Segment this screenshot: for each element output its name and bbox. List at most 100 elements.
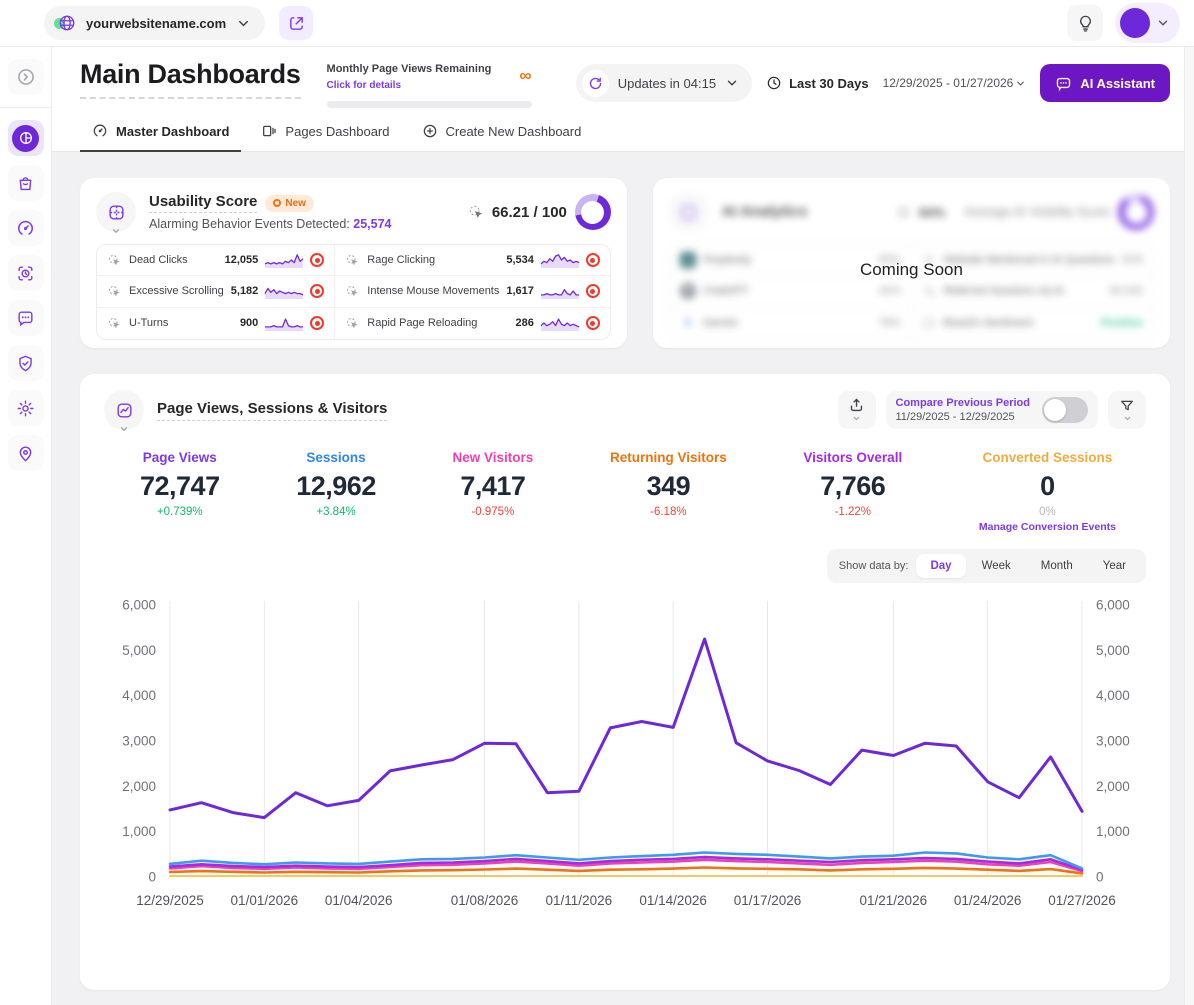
- chart-card-icon-button[interactable]: [104, 390, 144, 430]
- chevron-down-icon: [852, 414, 861, 423]
- sidebar-item-dashboards[interactable]: [8, 120, 44, 156]
- metric-label: ChatGPT: [703, 285, 872, 297]
- metric-label: Page Views: [140, 450, 220, 465]
- line-chart[interactable]: 001,0001,0002,0002,0003,0003,0004,0004,0…: [104, 589, 1146, 925]
- usability-metric-row[interactable]: Dead Clicks 12,055: [97, 245, 334, 276]
- record-target-icon[interactable]: [310, 316, 324, 330]
- usability-metric-row[interactable]: Rage Clicking 5,534: [334, 245, 610, 276]
- ai-metric-row: Brand's Sentiment Positive: [911, 308, 1153, 339]
- open-website-button[interactable]: [279, 6, 313, 40]
- topbar: yourwebsitename.com: [0, 0, 1194, 47]
- tab-master-dashboard[interactable]: Master Dashboard: [80, 114, 241, 152]
- content: Usability Score New Alarming Behavior Ev…: [52, 152, 1194, 1005]
- ideas-button[interactable]: [1067, 5, 1103, 41]
- updates-label: Updates in 04:15: [618, 76, 716, 91]
- sparkline: [541, 283, 579, 299]
- sidebar-item-security[interactable]: [8, 345, 44, 381]
- usability-metric-row[interactable]: Rapid Page Reloading 286: [334, 308, 610, 339]
- metric-label: Brand's Sentiment: [944, 317, 1094, 329]
- sidebar: [0, 47, 52, 1005]
- metric-sessions[interactable]: Sessions 12,962 +3.84%: [296, 450, 376, 533]
- usability-metric-row[interactable]: Intense Mouse Movements 1,617: [334, 276, 610, 307]
- metric-visitors-overall[interactable]: Visitors Overall 7,766 -1.22%: [803, 450, 902, 533]
- granularity-day[interactable]: Day: [916, 554, 965, 578]
- sidebar-item-store[interactable]: [8, 165, 44, 201]
- filter-button[interactable]: [1108, 391, 1146, 429]
- record-target-icon[interactable]: [310, 284, 324, 298]
- sidebar-item-recordings[interactable]: [8, 255, 44, 291]
- metric-label: Excessive Scrolling: [129, 285, 224, 297]
- record-target-icon[interactable]: [310, 253, 324, 267]
- ai-metrics-table: ◫ Perplexity 69% ✻ ChatGPT 42%: [669, 244, 1154, 340]
- tab-pages-dashboard[interactable]: Pages Dashboard: [249, 114, 401, 152]
- ai-assistant-button[interactable]: AI Assistant: [1040, 64, 1170, 102]
- website-selector[interactable]: yourwebsitename.com: [44, 6, 265, 40]
- svg-text:01/27/2026: 01/27/2026: [1048, 893, 1116, 908]
- usability-title: Usability Score: [149, 193, 257, 213]
- tabbar: Master Dashboard Pages Dashboard Create …: [52, 112, 1194, 152]
- metric-converted-sessions[interactable]: Converted Sessions 0 0% Manage Conversio…: [979, 450, 1116, 533]
- compare-label[interactable]: Compare Previous Period: [896, 397, 1031, 409]
- metric-value: Positive: [1101, 317, 1143, 329]
- ai-analytics-card: AI Analytics 84% Average AI Visibility S…: [653, 178, 1170, 348]
- metric-new-visitors[interactable]: New Visitors 7,417 -0.975%: [453, 450, 534, 533]
- referral-icon: [922, 284, 937, 299]
- granularity-year[interactable]: Year: [1089, 554, 1140, 578]
- record-target-icon[interactable]: [586, 284, 600, 298]
- export-button[interactable]: [838, 391, 876, 429]
- sidebar-item-settings[interactable]: [8, 390, 44, 426]
- user-menu[interactable]: [1115, 3, 1180, 43]
- usability-score-value: 66.21 / 100: [492, 204, 567, 221]
- record-target-icon[interactable]: [586, 316, 600, 330]
- avatar: [1120, 8, 1150, 38]
- cursor-icon: [468, 204, 484, 220]
- svg-text:5,000: 5,000: [1096, 643, 1130, 658]
- granularity-week[interactable]: Week: [968, 554, 1025, 578]
- sidebar-item-speed[interactable]: [8, 210, 44, 246]
- compare-toggle[interactable]: [1042, 397, 1088, 423]
- metric-value: 1,617: [506, 285, 534, 297]
- badge-dot-icon: [273, 199, 281, 207]
- sidebar-item-locations[interactable]: [8, 435, 44, 471]
- location-pin-icon: [16, 444, 35, 463]
- usability-metric-row[interactable]: Excessive Scrolling 5,182: [97, 276, 334, 307]
- svg-text:2,000: 2,000: [122, 779, 156, 794]
- metric-label: Intense Mouse Movements: [367, 285, 499, 297]
- feedback-chat-icon: [16, 309, 35, 328]
- granularity-month[interactable]: Month: [1027, 554, 1087, 578]
- metric-label: Returning Visitors: [610, 450, 727, 465]
- ai-card-icon-button[interactable]: [669, 192, 709, 232]
- collapse-sidebar-button[interactable]: [8, 59, 44, 95]
- metric-value: 5,182: [231, 285, 259, 297]
- scrollbar[interactable]: [1184, 47, 1194, 1005]
- date-range-picker[interactable]: 12/29/2025 - 01/27/2026: [883, 76, 1027, 90]
- ai-score-donut: [1118, 194, 1154, 230]
- record-target-icon[interactable]: [586, 253, 600, 267]
- metric-value: 7,766: [803, 471, 902, 502]
- chevron-down-icon: [1015, 78, 1026, 89]
- svg-text:3,000: 3,000: [1096, 734, 1130, 749]
- dashboards-pie-icon: [12, 125, 39, 152]
- range-label: Last 30 Days: [789, 76, 869, 91]
- metric-page-views[interactable]: Page Views 72,747 +0.739%: [140, 450, 220, 533]
- updates-refresh-button[interactable]: Updates in 04:15: [576, 64, 752, 102]
- metric-value: 42%: [879, 285, 901, 297]
- manage-conversion-events-link[interactable]: Manage Conversion Events: [979, 521, 1116, 533]
- tab-label: Pages Dashboard: [285, 124, 389, 139]
- refresh-icon: [582, 70, 609, 97]
- store-bag-icon: [16, 174, 35, 193]
- date-range-preset[interactable]: Last 30 Days: [766, 75, 869, 91]
- usability-metric-row[interactable]: U-Turns 900: [97, 308, 334, 339]
- main: Main Dashboards Monthly Page Views Remai…: [52, 47, 1194, 1005]
- metric-returning-visitors[interactable]: Returning Visitors 349 -6.18%: [610, 450, 727, 533]
- metric-value: 72,747: [140, 471, 220, 502]
- svg-text:4,000: 4,000: [122, 688, 156, 703]
- sidebar-item-feedback[interactable]: [8, 300, 44, 336]
- cursor-click-icon: [107, 284, 122, 299]
- usability-card-icon-button[interactable]: [96, 192, 136, 232]
- toggle-knob: [1044, 399, 1066, 421]
- quota-progress-bar: [327, 101, 532, 108]
- quota-details-link[interactable]: Click for details: [327, 80, 401, 91]
- metric-value: 78%: [879, 317, 901, 329]
- tab-create-new-dashboard[interactable]: Create New Dashboard: [410, 114, 594, 152]
